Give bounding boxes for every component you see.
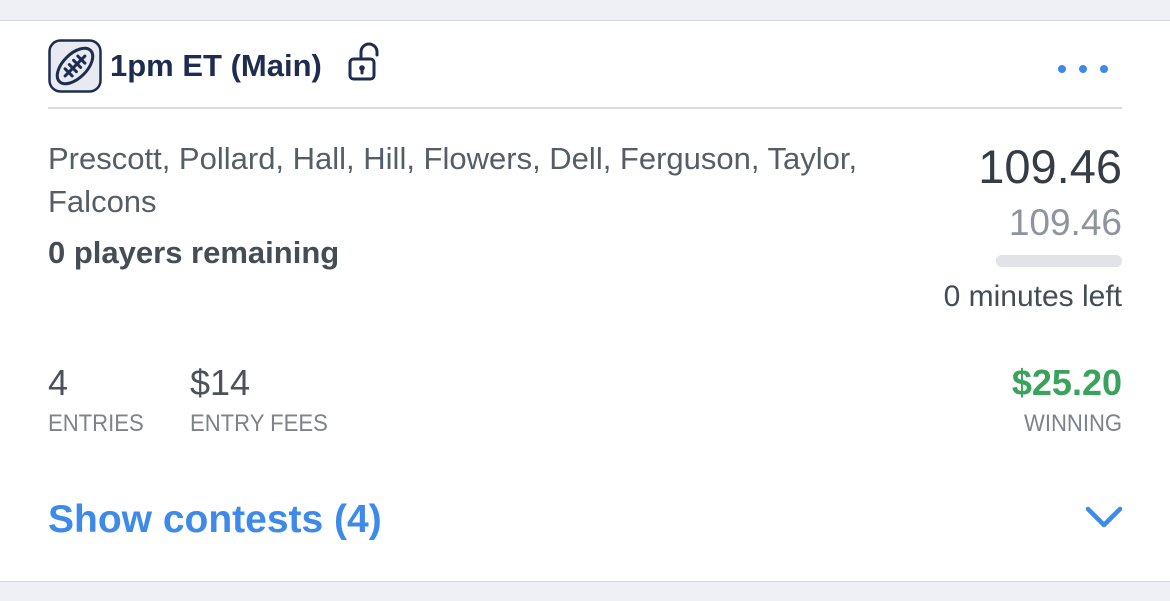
more-options-button[interactable] <box>1058 61 1112 77</box>
time-left: 0 minutes left <box>943 280 1122 313</box>
unlocked-padlock-icon <box>348 42 379 81</box>
slate-title: 1pm ET (Main) <box>110 48 322 83</box>
more-dots-icon <box>1058 65 1066 73</box>
entry-fees-stat: $14 ENTRY FEES <box>190 361 340 439</box>
show-contests-label: Show contests (4) <box>48 498 382 541</box>
winnings-value: $25.20 <box>1011 362 1122 403</box>
entry-fees-value: $14 <box>190 362 251 403</box>
entries-label: ENTRIES <box>48 410 144 437</box>
time-progress-fill <box>996 255 1122 267</box>
lineup-card: 1pm ET (Main) Prescott, Pollard, Hall, H… <box>0 20 1170 582</box>
entry-fees-label: ENTRY FEES <box>190 410 328 437</box>
more-dots-icon <box>1079 65 1087 73</box>
entries-value: 4 <box>48 362 69 403</box>
more-dots-icon <box>1100 65 1108 73</box>
chevron-down-icon[interactable] <box>1084 503 1124 531</box>
points-projected: 109.46 <box>1008 202 1122 243</box>
card-header: 1pm ET (Main) <box>48 39 1122 109</box>
winnings-stat: $25.20 WINNING <box>1012 361 1122 439</box>
lineup-player-list: Prescott, Pollard, Hall, Hill, Flowers, … <box>48 141 858 219</box>
entries-stat: 4 ENTRIES <box>48 361 152 439</box>
time-progress-bar <box>996 255 1122 267</box>
football-icon <box>48 39 102 93</box>
points-score: 109.46 <box>978 140 1122 193</box>
players-remaining: 0 players remaining <box>48 235 340 270</box>
winnings-label: WINNING <box>1023 410 1122 437</box>
show-contests-button[interactable]: Show contests (4) <box>48 495 1124 545</box>
